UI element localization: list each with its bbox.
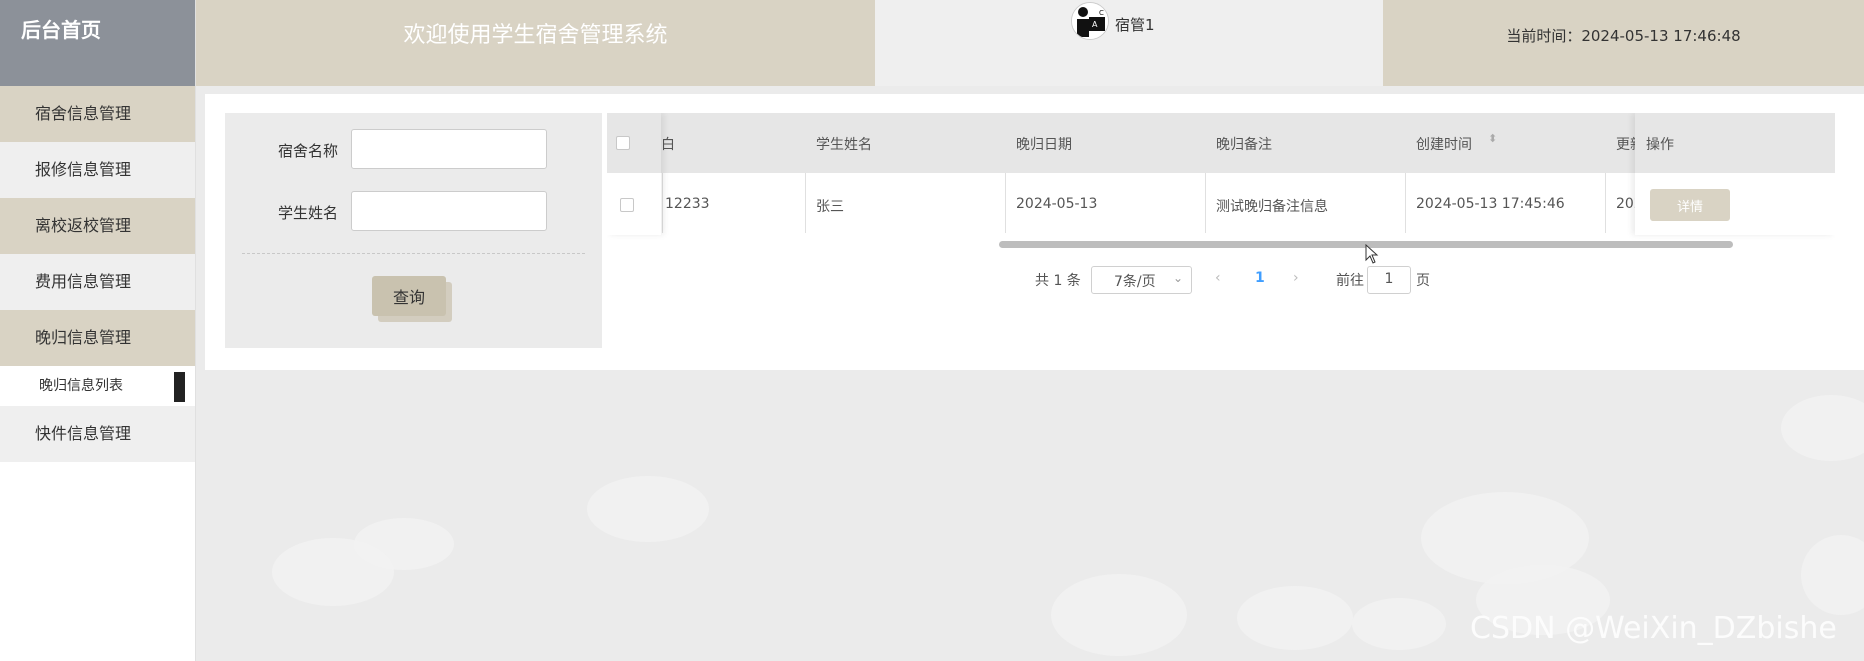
student-name-label: 学生姓名	[278, 204, 339, 222]
background-bubble	[1352, 598, 1446, 650]
next-page-button[interactable]: ›	[1293, 270, 1299, 286]
cell-divider	[1405, 173, 1406, 233]
background-bubble	[587, 476, 709, 542]
sidebar-subitem-label: 晚归信息列表	[39, 378, 123, 394]
goto-page-input[interactable]: 1	[1367, 266, 1411, 294]
background-bubble	[1781, 395, 1864, 461]
avatar[interactable]: A C	[1071, 2, 1109, 40]
column-header: 操作	[1646, 137, 1674, 153]
svg-text:A: A	[1092, 20, 1098, 29]
sidebar-item-label: 离校返校管理	[35, 216, 132, 235]
column-header: 白	[661, 137, 675, 153]
username: 宿管1	[1115, 16, 1155, 34]
user-area[interactable]	[875, 0, 1383, 86]
fixed-left-column	[607, 113, 661, 235]
sidebar-item-late-return[interactable]: 晚归信息管理	[0, 310, 195, 366]
search-panel: 宿舍名称 学生姓名 查询	[225, 113, 602, 348]
background-bubble	[272, 538, 394, 606]
cell-divider	[662, 173, 663, 233]
chevron-down-icon: ⌄	[1172, 271, 1183, 285]
sidebar-item-label: 费用信息管理	[35, 272, 132, 291]
brand-label: 后台首页	[21, 18, 101, 42]
detail-button[interactable]: 详情	[1650, 189, 1730, 221]
sidebar-brand[interactable]: 后台首页	[0, 0, 195, 86]
column-header: 晚归备注	[1216, 137, 1272, 153]
sidebar-item-leave-return[interactable]: 离校返校管理	[0, 198, 195, 254]
background-bubble	[1237, 586, 1353, 650]
page-unit-label: 页	[1416, 273, 1430, 289]
page-size-select[interactable]: 7条/页 ⌄	[1091, 266, 1192, 294]
sidebar-item-parcel-info[interactable]: 快件信息管理	[0, 406, 195, 462]
background-bubble	[1051, 574, 1187, 656]
active-indicator	[174, 372, 185, 402]
sidebar-item-label: 快件信息管理	[35, 424, 132, 443]
current-time: 当前时间：2024-05-13 17:46:48	[1383, 0, 1864, 86]
watermark: CSDN @WeiXin_DZbishe	[1470, 611, 1837, 646]
page-title: 欢迎使用学生宿舍管理系统	[196, 0, 875, 86]
data-table: 白 学生姓名 晚归日期 晚归备注 创建时间 ⬍ 更新 12233 张三 2024…	[607, 113, 1835, 248]
current-page[interactable]: 1	[1255, 270, 1265, 286]
cell-divider	[1205, 173, 1206, 233]
sort-icon[interactable]: ⬍	[1488, 132, 1497, 145]
svg-text:C: C	[1099, 9, 1104, 17]
sidebar-item-label: 报修信息管理	[35, 160, 132, 179]
sidebar-item-repair-info[interactable]: 报修信息管理	[0, 142, 195, 198]
page-size-value: 7条/页	[1114, 274, 1156, 290]
column-header: 晚归日期	[1016, 137, 1072, 153]
background-bubble	[1801, 535, 1864, 615]
row-checkbox[interactable]	[620, 198, 634, 212]
cell-divider	[1005, 173, 1006, 233]
pagination-total: 共 1 条	[1035, 273, 1081, 289]
cell-divider	[805, 173, 806, 233]
prev-page-button[interactable]: ‹	[1215, 270, 1221, 286]
column-header[interactable]: 创建时间	[1416, 134, 1472, 154]
goto-label: 前往	[1336, 273, 1364, 289]
student-name-input[interactable]	[351, 191, 547, 231]
query-button[interactable]: 查询	[372, 276, 446, 316]
dorm-name-input[interactable]	[351, 129, 547, 169]
sidebar-subitem-late-return-list[interactable]: 晚归信息列表	[0, 366, 195, 406]
cell-divider	[1605, 173, 1606, 233]
table-cell: 12233	[665, 196, 710, 212]
table-cell: 2024-05-13	[1016, 196, 1098, 212]
sidebar-item-fee-info[interactable]: 费用信息管理	[0, 254, 195, 310]
sidebar: 后台首页 宿舍信息管理 报修信息管理 离校返校管理 费用信息管理 晚归信息管理 …	[0, 0, 196, 661]
mouse-cursor-icon	[1365, 244, 1379, 264]
dorm-name-label: 宿舍名称	[278, 142, 339, 160]
table-cell: 张三	[816, 199, 844, 215]
divider	[242, 253, 585, 254]
column-header: 学生姓名	[816, 137, 872, 153]
sidebar-item-label: 宿舍信息管理	[35, 104, 132, 123]
top-header: 欢迎使用学生宿舍管理系统 当前时间：2024-05-13 17:46:48	[196, 0, 1864, 86]
table-cell: 测试晚归备注信息	[1216, 199, 1328, 215]
sidebar-item-label: 晚归信息管理	[35, 328, 132, 347]
sidebar-item-dorm-info[interactable]: 宿舍信息管理	[0, 86, 195, 142]
table-cell: 2024-05-13 17:45:46	[1416, 196, 1565, 212]
